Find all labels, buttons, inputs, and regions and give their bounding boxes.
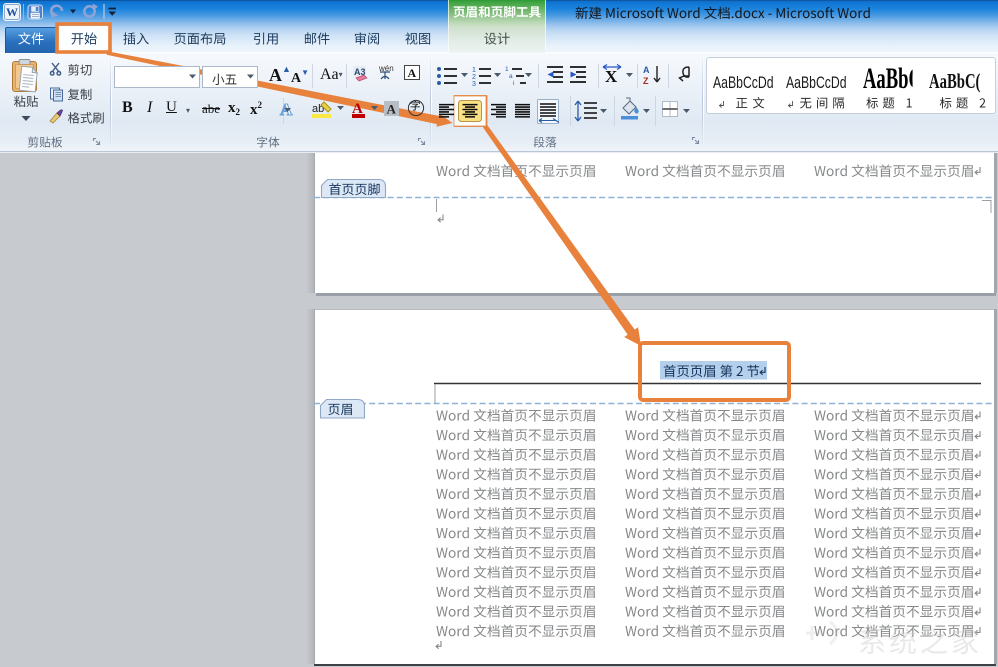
- svg-text:3: 3: [472, 81, 476, 88]
- svg-text:A: A: [408, 66, 417, 80]
- svg-text:1: 1: [472, 67, 476, 74]
- svg-text:W: W: [6, 5, 18, 19]
- svg-text:A: A: [387, 102, 397, 117]
- svg-text:Z: Z: [643, 76, 649, 86]
- svg-text:a: a: [509, 73, 513, 80]
- svg-text:i: i: [513, 80, 514, 87]
- svg-text:X: X: [605, 67, 618, 86]
- svg-text:2: 2: [472, 74, 476, 81]
- svg-text:1: 1: [505, 66, 509, 73]
- svg-text:A: A: [643, 65, 650, 75]
